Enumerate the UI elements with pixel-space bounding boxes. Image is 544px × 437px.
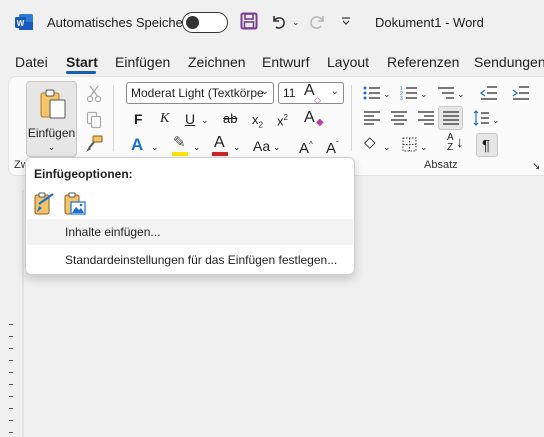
font-color-icon[interactable]: A xyxy=(214,135,225,151)
paste-options-title: Einfügeoptionen: xyxy=(34,167,133,181)
paste-label: Einfügen xyxy=(27,126,76,140)
sort-arrow-icon: ↓ xyxy=(456,134,464,151)
align-left-icon[interactable] xyxy=(364,111,380,125)
copy-icon[interactable] xyxy=(86,111,102,129)
tab-layout[interactable]: Layout xyxy=(327,54,369,70)
underline-icon[interactable]: U xyxy=(185,111,195,127)
multilevel-list-icon[interactable] xyxy=(437,85,455,101)
numbering-icon[interactable]: 1 2 3 xyxy=(400,85,418,101)
word-logo-icon[interactable]: W xyxy=(14,12,34,32)
highlight-icon[interactable]: ✎ xyxy=(173,135,186,151)
ribbon-separator xyxy=(113,85,114,151)
menu-item-label: Inhalte einfügen... xyxy=(65,225,161,239)
italic-icon[interactable]: K xyxy=(160,111,169,127)
page-edge xyxy=(22,190,24,437)
borders-dropdown-icon[interactable]: ⌄ xyxy=(420,139,428,155)
undo-icon[interactable] xyxy=(269,12,289,32)
tab-einfuegen[interactable]: Einfügen xyxy=(115,54,170,70)
highlight-color-bar xyxy=(172,152,188,156)
underline-dropdown-icon[interactable]: ⌄ xyxy=(201,112,209,128)
save-icon[interactable] xyxy=(240,12,258,30)
tab-sendungen[interactable]: Sendungen xyxy=(474,54,544,70)
customize-toolbar-icon[interactable] xyxy=(341,16,351,26)
menu-item-label: Standardeinstellungen für das Einfügen f… xyxy=(65,253,338,267)
tab-start[interactable]: Start xyxy=(66,54,98,70)
align-right-icon[interactable] xyxy=(418,111,434,125)
tab-entwurf[interactable]: Entwurf xyxy=(262,54,309,70)
paste-options-menu: Einfügeoptionen: Inhalte einfügen... Sta… xyxy=(25,157,355,275)
justify-button[interactable] xyxy=(438,106,463,130)
highlight-dropdown-icon[interactable]: ⌄ xyxy=(193,139,201,155)
paste-as-picture-icon[interactable] xyxy=(64,192,86,216)
menu-item-paste-special[interactable]: Inhalte einfügen... xyxy=(27,219,353,245)
shading-dropdown-icon[interactable]: ⌄ xyxy=(383,139,391,155)
bold-icon[interactable]: F xyxy=(134,111,143,127)
eraser-icon: ◇ xyxy=(314,95,321,105)
tab-zeichnen[interactable]: Zeichnen xyxy=(188,54,246,70)
multilevel-dropdown-icon[interactable]: ⌄ xyxy=(457,86,465,102)
borders-icon[interactable] xyxy=(402,137,417,152)
change-case-icon[interactable]: Aa xyxy=(253,138,270,154)
chevron-down-icon: ⌄ xyxy=(330,86,339,97)
chevron-down-icon: ⌄ xyxy=(47,142,56,152)
clipboard-icon xyxy=(40,89,66,119)
text-effects-icon[interactable]: A xyxy=(131,136,143,153)
shading-icon[interactable]: ◇ xyxy=(364,135,376,151)
change-case-icon[interactable]: A xyxy=(304,110,315,126)
superscript-icon[interactable]: x2 xyxy=(277,110,288,129)
format-painter-icon[interactable] xyxy=(85,135,103,153)
font-color-bar xyxy=(212,152,228,156)
paste-button[interactable]: Einfügen ⌄ xyxy=(26,81,77,157)
redo-icon[interactable] xyxy=(306,11,328,33)
shrink-font-icon[interactable]: Aˇ xyxy=(326,137,339,157)
vertical-ruler xyxy=(9,320,13,437)
justify-icon xyxy=(443,111,459,125)
subscript-icon[interactable]: x2 xyxy=(252,112,263,134)
line-spacing-icon[interactable] xyxy=(473,110,489,126)
pilcrow-icon: ¶ xyxy=(482,137,491,154)
keep-source-formatting-icon[interactable] xyxy=(34,192,56,216)
tab-referenzen[interactable]: Referenzen xyxy=(387,54,459,70)
font-name-combo[interactable]: Moderat Light (Textkörpe ⌄ xyxy=(126,82,274,104)
svg-text:3: 3 xyxy=(400,96,403,101)
active-tab-indicator xyxy=(66,71,96,74)
tab-datei[interactable]: Datei xyxy=(15,54,48,70)
font-size-value: 11 xyxy=(283,86,296,100)
increase-indent-icon[interactable] xyxy=(512,85,530,101)
decrease-indent-icon[interactable] xyxy=(480,85,498,101)
bullets-icon[interactable] xyxy=(363,85,381,101)
bullets-dropdown-icon[interactable]: ⌄ xyxy=(383,86,391,102)
font-name-value: Moderat Light (Textkörpe xyxy=(131,86,264,100)
numbering-dropdown-icon[interactable]: ⌄ xyxy=(420,86,428,102)
show-formatting-button[interactable]: ¶ xyxy=(476,133,498,157)
chevron-down-icon: ⌄ xyxy=(260,86,269,97)
align-center-icon[interactable] xyxy=(391,111,407,125)
document-title: Dokument1 - Word xyxy=(375,15,484,30)
highlight-marker-icon: ◆ xyxy=(316,117,324,128)
autosave-label: Automatisches Speichern xyxy=(47,15,195,30)
sort-icon[interactable]: AZ xyxy=(447,133,454,153)
menu-item-set-default-paste[interactable]: Standardeinstellungen für das Einfügen f… xyxy=(27,247,353,273)
title-bar: W Automatisches Speichern ⌄ Dokument1 - … xyxy=(0,0,544,46)
dialog-launcher-icon[interactable]: ↘ xyxy=(532,159,540,175)
paragraph-group-label: Absatz xyxy=(424,159,458,171)
autosave-toggle[interactable] xyxy=(182,12,228,33)
ribbon-separator xyxy=(351,85,352,151)
cut-icon[interactable] xyxy=(86,85,102,103)
svg-text:W: W xyxy=(17,19,25,28)
undo-dropdown-icon[interactable]: ⌄ xyxy=(292,14,300,30)
font-color-dropdown-icon[interactable]: ⌄ xyxy=(233,139,241,155)
line-spacing-dropdown-icon[interactable]: ⌄ xyxy=(492,112,500,128)
grow-font-icon[interactable]: A^ xyxy=(299,137,313,157)
text-effects-dropdown-icon[interactable]: ⌄ xyxy=(151,139,159,155)
change-case-dropdown-icon[interactable]: ⌄ xyxy=(273,139,281,155)
strikethrough-icon[interactable]: ab xyxy=(223,111,237,127)
